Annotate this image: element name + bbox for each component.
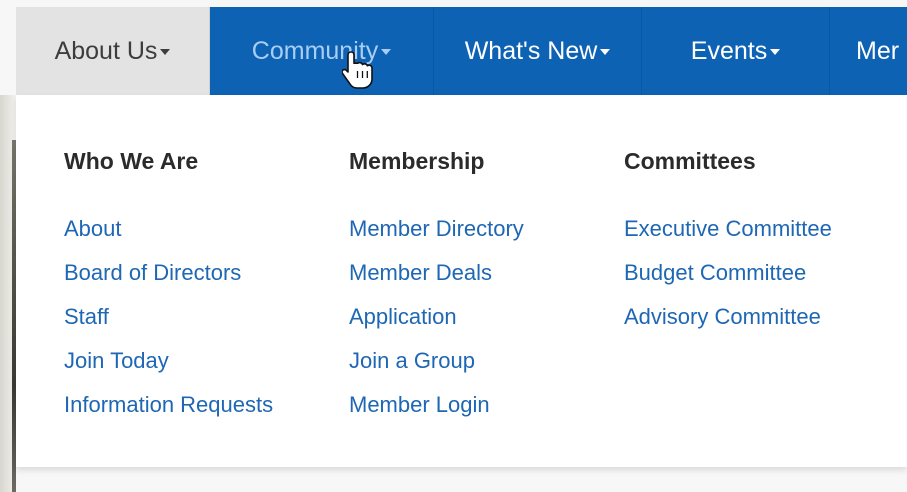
link-information-requests[interactable]: Information Requests bbox=[64, 392, 273, 417]
list-item: About bbox=[64, 207, 273, 251]
nav-item-about-us[interactable]: About Us bbox=[16, 7, 210, 95]
caret-down-icon bbox=[600, 49, 611, 55]
column-heading: Who We Are bbox=[64, 148, 199, 174]
link-join-today[interactable]: Join Today bbox=[64, 348, 169, 373]
nav-item-label: Mer bbox=[856, 36, 900, 65]
nav-item-membership[interactable]: Mer bbox=[830, 7, 907, 95]
link-member-deals[interactable]: Member Deals bbox=[349, 260, 492, 285]
community-mega-menu: Who We Are About Board of Directors Staf… bbox=[16, 95, 907, 467]
link-list: Executive Committee Budget Committee Adv… bbox=[624, 207, 832, 339]
list-item: Member Login bbox=[349, 383, 524, 427]
list-item: Executive Committee bbox=[624, 207, 832, 251]
list-item: Join a Group bbox=[349, 339, 524, 383]
nav-item-events[interactable]: Events bbox=[642, 7, 830, 95]
list-item: Budget Committee bbox=[624, 251, 832, 295]
link-advisory-committee[interactable]: Advisory Committee bbox=[624, 304, 821, 329]
list-item: Advisory Committee bbox=[624, 295, 832, 339]
link-list: Member Directory Member Deals Applicatio… bbox=[349, 207, 524, 427]
link-executive-committee[interactable]: Executive Committee bbox=[624, 216, 832, 241]
nav-item-label: Events bbox=[690, 36, 768, 65]
list-item: Member Deals bbox=[349, 251, 524, 295]
link-staff[interactable]: Staff bbox=[64, 304, 109, 329]
link-member-directory[interactable]: Member Directory bbox=[349, 216, 524, 241]
nav-item-whats-new[interactable]: What's New bbox=[434, 7, 642, 95]
menu-column-committees: Committees Executive Committee Budget Co… bbox=[624, 141, 832, 339]
list-item: Board of Directors bbox=[64, 251, 273, 295]
link-about[interactable]: About bbox=[64, 216, 122, 241]
link-budget-committee[interactable]: Budget Committee bbox=[624, 260, 806, 285]
link-board-of-directors[interactable]: Board of Directors bbox=[64, 260, 241, 285]
caret-down-icon bbox=[381, 49, 392, 55]
background-image-edge bbox=[0, 95, 16, 492]
nav-item-community[interactable]: Community bbox=[210, 7, 434, 95]
main-navbar: About Us Community What's New Events Mer bbox=[16, 7, 907, 95]
list-item: Staff bbox=[64, 295, 273, 339]
caret-down-icon bbox=[160, 49, 171, 55]
link-list: About Board of Directors Staff Join Toda… bbox=[64, 207, 273, 427]
column-heading: Membership bbox=[349, 148, 485, 174]
link-member-login[interactable]: Member Login bbox=[349, 392, 490, 417]
list-item: Information Requests bbox=[64, 383, 273, 427]
caret-down-icon bbox=[770, 49, 781, 55]
nav-item-label: About Us bbox=[54, 36, 158, 65]
column-heading: Committees bbox=[624, 148, 756, 174]
nav-item-label: What's New bbox=[464, 36, 598, 65]
list-item: Application bbox=[349, 295, 524, 339]
link-join-a-group[interactable]: Join a Group bbox=[349, 348, 475, 373]
list-item: Join Today bbox=[64, 339, 273, 383]
menu-column-who-we-are: Who We Are About Board of Directors Staf… bbox=[64, 141, 273, 427]
menu-column-membership: Membership Member Directory Member Deals… bbox=[349, 141, 524, 427]
hand-pointer-icon bbox=[342, 51, 373, 89]
link-application[interactable]: Application bbox=[349, 304, 457, 329]
list-item: Member Directory bbox=[349, 207, 524, 251]
